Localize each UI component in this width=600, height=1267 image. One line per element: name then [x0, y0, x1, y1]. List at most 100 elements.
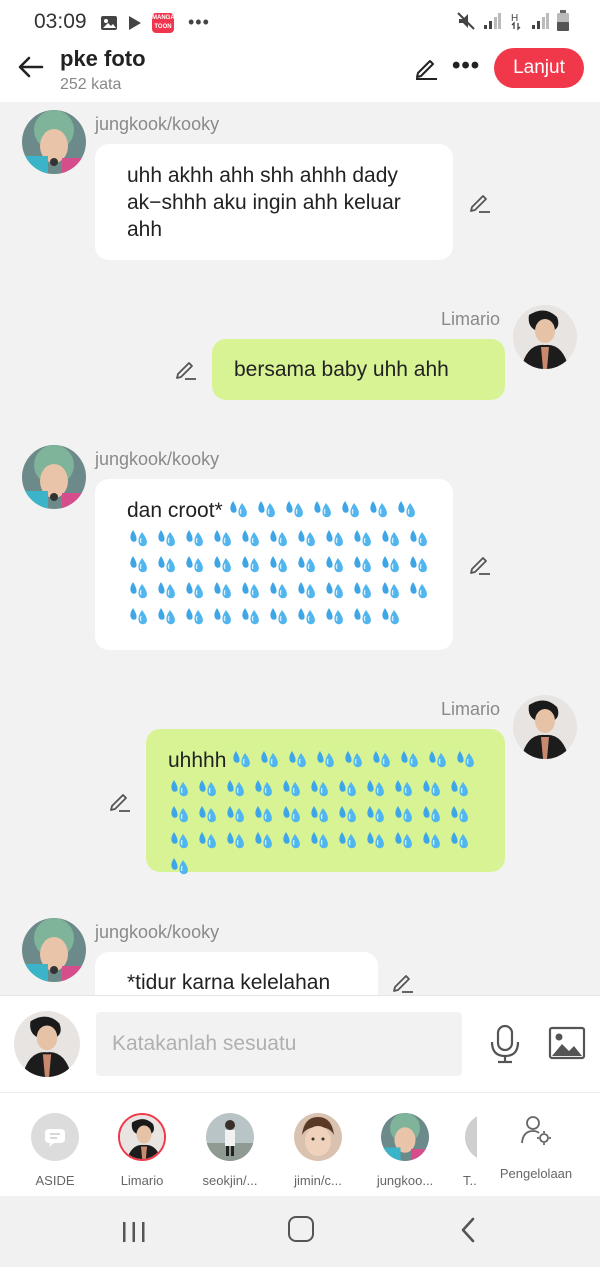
water-drop-icon — [270, 608, 287, 625]
water-drop-icon — [130, 530, 147, 547]
water-drop-icon — [410, 530, 427, 547]
water-drop-icon — [398, 501, 415, 518]
character-bar: ASIDE Limario seokjin/... jimin/c... jun… — [0, 1092, 600, 1196]
water-drop-icon — [311, 806, 328, 823]
character-partial[interactable]: T... — [455, 1113, 477, 1188]
next-button[interactable]: Lanjut — [494, 48, 584, 88]
home-icon[interactable] — [288, 1216, 314, 1242]
water-drop-icon — [367, 806, 384, 823]
page-title: pke foto — [60, 46, 146, 71]
message-bubble[interactable]: bersama baby uhh ahh — [212, 339, 505, 400]
edit-message-icon[interactable] — [174, 357, 198, 381]
more-options-icon[interactable]: ••• — [452, 52, 480, 80]
back-arrow-icon[interactable] — [16, 52, 46, 82]
water-drop-icon — [345, 751, 363, 768]
aside-avatar — [31, 1113, 79, 1161]
water-drop-icon — [382, 582, 399, 599]
character-jungkook[interactable]: jungkoo... — [365, 1113, 445, 1188]
water-drop-icon — [382, 608, 399, 625]
message-text: uhh akhh ahh shh ahhh dady ak−shhh aku i… — [127, 164, 401, 241]
avatar-limario[interactable] — [513, 305, 577, 369]
water-drop-icon — [457, 751, 475, 768]
water-drop-icon — [230, 501, 247, 518]
edit-message-icon[interactable] — [468, 190, 492, 214]
edit-message-icon[interactable] — [468, 552, 492, 576]
water-drop-icon — [171, 780, 188, 797]
water-drop-icon — [227, 832, 244, 849]
avatar-limario[interactable] — [513, 695, 577, 759]
avatar-jungkook[interactable] — [22, 445, 86, 509]
water-drop-icon — [171, 858, 188, 875]
water-drop-icon — [410, 556, 427, 573]
image-icon[interactable] — [548, 1026, 586, 1060]
chat-area[interactable]: jungkook/kooky uhh akhh ahh shh ahhh dad… — [0, 102, 600, 995]
water-drop-icon — [395, 780, 412, 797]
avatar-jungkook[interactable] — [22, 918, 86, 982]
water-drop-icon — [186, 556, 203, 573]
water-drop-icon — [289, 751, 307, 768]
signal-2-icon — [532, 13, 549, 29]
water-drop-icon — [298, 582, 315, 599]
message-bubble[interactable]: *tidur karna kelelahan — [95, 952, 378, 995]
water-drop-icon — [258, 501, 275, 518]
message-bubble[interactable]: uhhhh — [146, 729, 505, 875]
author-name: jungkook/kooky — [95, 922, 220, 942]
gallery-notification-icon — [101, 15, 117, 30]
water-drop-icon — [227, 806, 244, 823]
character-label: ASIDE — [35, 1173, 75, 1188]
water-drop-icon — [317, 751, 335, 768]
water-drop-icon — [395, 806, 412, 823]
more-notifications-icon: ••• — [188, 12, 210, 32]
water-drop-icon — [283, 780, 300, 797]
message-bubble[interactable]: dan croot* — [95, 479, 453, 650]
limario-avatar — [118, 1113, 166, 1161]
water-drop-icon — [158, 582, 175, 599]
signal-icon — [484, 13, 501, 29]
message-text-with-drops: uhhhh — [168, 747, 489, 878]
water-drop-icon — [255, 832, 272, 849]
water-drop-icon — [354, 556, 371, 573]
water-drop-icon — [298, 608, 315, 625]
water-drop-icon — [382, 556, 399, 573]
avatar-jungkook[interactable] — [22, 110, 86, 174]
water-drop-icon — [158, 608, 175, 625]
character-aside[interactable]: ASIDE — [15, 1113, 95, 1188]
speaker-avatar[interactable] — [14, 1011, 80, 1077]
water-drop-icon — [242, 608, 259, 625]
water-drop-icon — [214, 530, 231, 547]
edit-message-icon[interactable] — [108, 789, 132, 813]
water-drop-icon — [270, 530, 287, 547]
message-text: *tidur karna kelelahan — [127, 971, 331, 994]
water-drop-icon — [373, 751, 391, 768]
water-drop-icon — [401, 751, 419, 768]
water-drop-icon — [286, 501, 303, 518]
network-type-icon: H — [511, 13, 521, 31]
nav-back-icon[interactable] — [458, 1216, 478, 1244]
water-drop-icon — [130, 582, 147, 599]
app-header: pke foto 252 kata ••• Lanjut — [0, 42, 600, 102]
character-jimin[interactable]: jimin/c... — [278, 1113, 358, 1188]
edit-message-icon[interactable] — [391, 970, 415, 994]
water-drop-icon — [199, 780, 216, 797]
mute-icon — [457, 12, 475, 30]
author-name: Limario — [441, 699, 501, 719]
water-drop-icon — [130, 556, 147, 573]
manage-characters-button[interactable]: Pengelolaan — [494, 1113, 578, 1181]
pencil-icon[interactable] — [413, 54, 439, 80]
water-drop-icon — [354, 582, 371, 599]
microphone-icon[interactable] — [488, 1024, 522, 1064]
system-nav-bar — [0, 1196, 600, 1267]
recent-apps-icon[interactable] — [120, 1220, 148, 1244]
message-input[interactable] — [96, 1012, 462, 1076]
water-drop-icon — [339, 780, 356, 797]
message-bubble[interactable]: uhh akhh ahh shh ahhh dady ak−shhh aku i… — [95, 144, 453, 260]
narration-icon — [45, 1129, 65, 1147]
water-drop-icon — [283, 832, 300, 849]
gear-person-icon — [521, 1116, 551, 1145]
author-name: Limario — [441, 309, 501, 329]
message-text: bersama baby uhh ahh — [234, 358, 449, 381]
character-limario[interactable]: Limario — [102, 1113, 182, 1188]
water-drop-icon — [158, 556, 175, 573]
character-seokjin[interactable]: seokjin/... — [190, 1113, 270, 1188]
water-drop-icon — [339, 806, 356, 823]
